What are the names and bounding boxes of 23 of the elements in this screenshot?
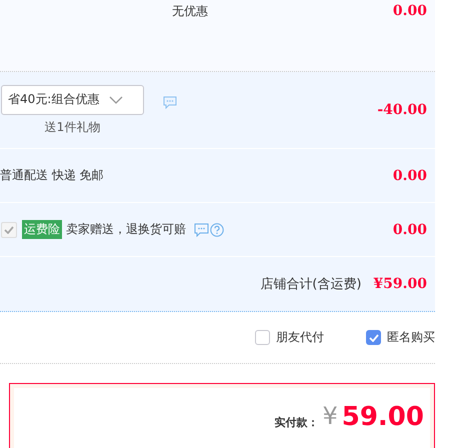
insurance-amount: 0.00 [392,222,427,238]
currency-symbol: ¥ [322,404,338,428]
option-checkbox[interactable]: 朋友代付 [255,329,324,346]
payment-amount: 59.00 [342,404,424,430]
delivery-amount: 0.00 [392,168,427,184]
message-icon[interactable] [194,222,209,236]
promotion-label: 无优惠 [172,3,208,20]
store-total-label: 店铺合计(含运费) [260,276,362,293]
insurance-text: 卖家赠送，退换货可赔 [66,221,186,238]
insurance-tag: 运费险 [22,220,62,239]
promotion-amount: 0.00 [392,3,427,19]
promotion-dropdown[interactable]: 省40元:组合优惠 [1,84,144,114]
option-checkbox[interactable]: 匿名购买 [366,329,435,346]
caret-icon [109,96,124,104]
help-icon[interactable] [210,222,224,236]
payment-label: 实付款： [274,415,318,430]
gift-note: 送1件礼物 [44,118,100,136]
check-icon [368,334,378,342]
store-total-amount: ¥59.00 [373,276,427,292]
delivery-label: 普通配送 快递 免邮 [0,167,104,184]
combo-amount: -40.00 [377,102,427,118]
message-icon[interactable] [163,96,177,108]
check-icon [4,226,14,234]
